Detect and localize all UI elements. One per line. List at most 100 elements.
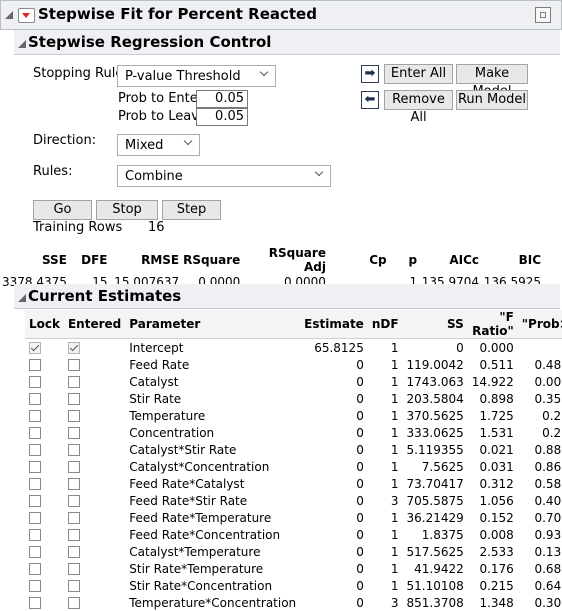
prob-leave-input[interactable]: 0.05 — [196, 108, 248, 126]
lock-checkbox[interactable] — [29, 461, 41, 473]
f-ratio-cell: 0.008 — [468, 526, 518, 543]
prob-f-cell: 0.2102 — [518, 407, 562, 424]
lock-cell — [25, 424, 64, 441]
ss-cell: 517.5625 — [403, 543, 468, 560]
entered-checkbox[interactable] — [68, 529, 80, 541]
f-ratio-cell: 2.533 — [468, 543, 518, 560]
table-row: Catalyst*Concentration017.56250.0310.861… — [25, 458, 562, 475]
entered-checkbox[interactable] — [68, 546, 80, 558]
table-row: Catalyst011743.06314.9220.00172 — [25, 373, 562, 390]
remove-arrow-icon[interactable]: ⬅ — [361, 91, 379, 109]
entered-checkbox[interactable] — [68, 359, 80, 371]
stop-button[interactable]: Stop — [96, 200, 158, 220]
outline-collapse-icon[interactable] — [18, 294, 26, 302]
rules-dropdown[interactable]: Combine — [117, 165, 331, 187]
stopping-rule-dropdown[interactable]: P-value Threshold — [117, 65, 276, 87]
table-row: Feed Rate01119.00420.5110.48639 — [25, 356, 562, 373]
estimate-cell: 0 — [300, 441, 368, 458]
prob-f-cell: 1 — [518, 339, 562, 357]
entered-checkbox[interactable] — [68, 427, 80, 439]
lock-checkbox[interactable] — [29, 376, 41, 388]
run-model-button[interactable]: Run Model — [456, 90, 528, 110]
entered-checkbox[interactable] — [68, 376, 80, 388]
entered-checkbox[interactable] — [68, 393, 80, 405]
ss-cell: 5.119355 — [403, 441, 468, 458]
entered-cell — [64, 373, 125, 390]
col-header-entered: Entered — [64, 310, 125, 339]
prob-f-cell: 0.13383 — [518, 543, 562, 560]
report-title: Stepwise Fit for Percent Reacted — [38, 5, 317, 23]
rules-label: Rules: — [33, 164, 72, 179]
table-row: Intercept65.8125100.0001 — [25, 339, 562, 357]
lock-cell — [25, 441, 64, 458]
f-ratio-cell: 1.056 — [468, 492, 518, 509]
lock-checkbox[interactable] — [29, 342, 41, 354]
lock-checkbox[interactable] — [29, 529, 41, 541]
entered-checkbox[interactable] — [68, 444, 80, 456]
lock-checkbox[interactable] — [29, 563, 41, 575]
parameter-cell: Feed Rate*Temperature — [125, 509, 300, 526]
lock-checkbox[interactable] — [29, 410, 41, 422]
prob-f-cell: 0.48639 — [518, 356, 562, 373]
entered-checkbox[interactable] — [68, 580, 80, 592]
red-triangle-menu-icon[interactable] — [18, 8, 35, 23]
lock-checkbox[interactable] — [29, 444, 41, 456]
lock-checkbox[interactable] — [29, 478, 41, 490]
lock-checkbox[interactable] — [29, 546, 41, 558]
entered-checkbox[interactable] — [68, 597, 80, 609]
f-ratio-cell: 0.021 — [468, 441, 518, 458]
control-section-header: Stepwise Regression Control — [14, 30, 560, 55]
prob-f-cell: 0.93168 — [518, 526, 562, 543]
go-button[interactable]: Go — [33, 200, 92, 220]
entered-checkbox[interactable] — [68, 478, 80, 490]
entered-cell — [64, 594, 125, 611]
parameter-cell: Temperature*Concentration — [125, 594, 300, 611]
lock-checkbox[interactable] — [29, 495, 41, 507]
entered-checkbox[interactable] — [68, 461, 80, 473]
entered-checkbox[interactable] — [68, 563, 80, 575]
stats-header: SSE — [0, 246, 69, 274]
prob-f-cell: 0.64999 — [518, 577, 562, 594]
estimate-cell: 0 — [300, 577, 368, 594]
entered-checkbox[interactable] — [68, 342, 80, 354]
estimates-header-row: Lock Entered Parameter Estimate nDF SS "… — [25, 310, 562, 339]
lock-checkbox[interactable] — [29, 427, 41, 439]
report-options-icon[interactable] — [535, 7, 551, 23]
lock-cell — [25, 356, 64, 373]
lock-checkbox[interactable] — [29, 393, 41, 405]
entered-cell — [64, 509, 125, 526]
ndf-cell: 1 — [368, 356, 403, 373]
prob-f-cell: 0.2363 — [518, 424, 562, 441]
ss-cell: 7.5625 — [403, 458, 468, 475]
lock-checkbox[interactable] — [29, 597, 41, 609]
lock-cell — [25, 560, 64, 577]
lock-cell — [25, 492, 64, 509]
parameter-cell: Catalyst*Concentration — [125, 458, 300, 475]
lock-checkbox[interactable] — [29, 359, 41, 371]
make-model-button[interactable]: Make Model — [456, 64, 528, 84]
entered-cell — [64, 543, 125, 560]
outline-collapse-icon[interactable] — [5, 11, 13, 19]
direction-dropdown[interactable]: Mixed — [117, 134, 200, 156]
remove-all-button[interactable]: Remove All — [384, 90, 453, 110]
table-row: Feed Rate*Stir Rate03705.58751.0560.4037… — [25, 492, 562, 509]
col-header-prob-f: "Prob>F" — [518, 310, 562, 339]
lock-checkbox[interactable] — [29, 580, 41, 592]
section-title: Stepwise Regression Control — [28, 33, 271, 51]
enter-arrow-icon[interactable]: ➡ — [361, 65, 379, 83]
entered-checkbox[interactable] — [68, 512, 80, 524]
entered-checkbox[interactable] — [68, 495, 80, 507]
enter-all-button[interactable]: Enter All — [384, 64, 453, 84]
prob-f-cell: 0.40378 — [518, 492, 562, 509]
step-button[interactable]: Step — [162, 200, 221, 220]
entered-checkbox[interactable] — [68, 410, 80, 422]
lock-checkbox[interactable] — [29, 512, 41, 524]
ndf-cell: 3 — [368, 492, 403, 509]
prob-f-cell: 0.70278 — [518, 509, 562, 526]
chevron-down-icon — [260, 68, 268, 76]
prob-enter-label: Prob to Enter — [118, 91, 203, 106]
col-header-ndf: nDF — [368, 310, 403, 339]
prob-enter-input[interactable]: 0.05 — [196, 90, 248, 108]
ss-cell: 51.10108 — [403, 577, 468, 594]
outline-collapse-icon[interactable] — [18, 40, 26, 48]
